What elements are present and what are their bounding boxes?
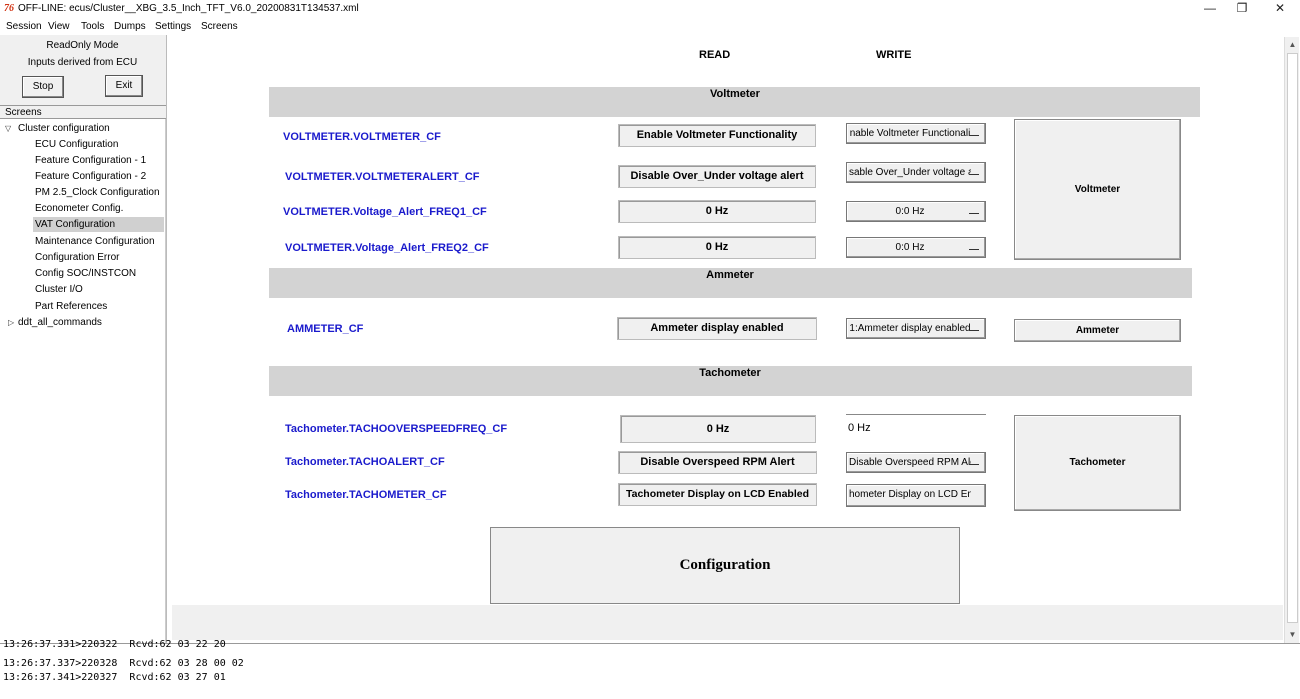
ammeter-section-title: Ammeter [706, 269, 754, 281]
dropdown-arrow-icon [969, 212, 979, 214]
param-voltmeteralert-cf: VOLTMETER.VOLTMETERALERT_CF [285, 171, 480, 183]
param-voltmeter-cf: VOLTMETER.VOLTMETER_CF [283, 131, 441, 143]
write-select-tachoalert-cf[interactable]: Disable Overspeed RPM Aler [846, 452, 986, 473]
write-select-label: 0:0 Hz [895, 206, 925, 217]
menu-session[interactable]: Session [6, 21, 42, 32]
read-voltmeter-cf: Enable Voltmeter Functionality [618, 124, 816, 147]
write-select-voltmeter-cf[interactable]: nable Voltmeter Functionali [846, 123, 986, 144]
tree-item-configuration-error[interactable]: Configuration Error [35, 250, 119, 265]
tree-item-pm25-clock-configuration[interactable]: PM 2.5_Clock Configuration [35, 185, 160, 200]
param-tachooverspeedfreq-cf: Tachometer.TACHOOVERSPEEDFREQ_CF [285, 423, 508, 435]
write-select-voltage-alert-freq1-cf[interactable]: 0:0 Hz [846, 201, 986, 222]
panel-footer [172, 605, 1283, 640]
write-select-label: sable Over_Under voltage al [849, 167, 971, 178]
tree-item-vat-configuration[interactable]: VAT Configuration [33, 217, 164, 232]
voltmeter-section-title: Voltmeter [710, 88, 760, 100]
log-pane: 13:26:37.331>220322 Rcvd:62 03 22 20 13:… [0, 639, 1300, 699]
tachometer-button[interactable]: Tachometer [1014, 415, 1181, 511]
inputs-label: Inputs derived from ECU [27, 57, 138, 68]
read-voltage-alert-freq2-cf: 0 Hz [618, 236, 816, 259]
write-select-label: 1:Ammeter display enabled [849, 323, 971, 334]
dropdown-arrow-icon [969, 329, 979, 331]
menu-view[interactable]: View [48, 21, 70, 32]
sidebar: ReadOnly Mode Inputs derived from ECU St… [0, 35, 167, 643]
param-tachometer-cf: Tachometer.TACHOMETER_CF [285, 489, 447, 501]
tachometer-section-title: Tachometer [699, 367, 761, 379]
read-tachoalert-cf: Disable Overspeed RPM Alert [618, 451, 817, 474]
read-ammeter-cf: Ammeter display enabled [617, 317, 817, 340]
write-select-label: 0:0 Hz [895, 242, 925, 253]
tree-item-cluster-configuration[interactable]: Cluster configuration [18, 121, 110, 136]
menu-bar: Session View Tools Dumps Settings Screen… [0, 19, 1300, 35]
voltmeter-button[interactable]: Voltmeter [1014, 119, 1181, 260]
mode-label: ReadOnly Mode [46, 40, 119, 51]
param-voltage-alert-freq1-cf: VOLTMETER.Voltage_Alert_FREQ1_CF [283, 206, 487, 218]
param-ammeter-cf: AMMETER_CF [287, 323, 364, 335]
menu-settings[interactable]: Settings [155, 21, 191, 32]
dropdown-arrow-icon [969, 173, 979, 175]
scroll-thumb[interactable] [1287, 53, 1298, 623]
tree-item-feature-configuration-2[interactable]: Feature Configuration - 2 [35, 169, 146, 184]
read-tachometer-cf: Tachometer Display on LCD Enabled [618, 483, 817, 506]
tree-item-ddt-all-commands[interactable]: ddt_all_commands [18, 315, 102, 330]
dropdown-arrow-icon [969, 463, 979, 465]
menu-tools[interactable]: Tools [81, 21, 104, 32]
tree-item-config-soc-instcon[interactable]: Config SOC/INSTCON [35, 266, 136, 281]
read-voltage-alert-freq1-cf: 0 Hz [618, 200, 816, 223]
scroll-down-icon[interactable]: ▼ [1285, 627, 1300, 642]
minimize-icon[interactable]: — [1192, 0, 1228, 19]
write-input-tachooverspeedfreq-cf[interactable]: 0 Hz [846, 414, 986, 442]
restore-icon[interactable]: ❐ [1224, 0, 1260, 19]
dropdown-arrow-icon [969, 134, 979, 136]
dropdown-arrow-icon [969, 248, 979, 250]
log-line: 13:26:37.341>220327 Rcvd:62 03 27 01 [3, 672, 226, 683]
scroll-up-icon[interactable]: ▲ [1285, 37, 1300, 52]
log-line: 13:26:37.337>220328 Rcvd:62 03 28 00 02 [3, 658, 244, 669]
menu-dumps[interactable]: Dumps [114, 21, 146, 32]
window-title: OFF-LINE: ecus/Cluster__XBG_3.5_Inch_TFT… [18, 3, 359, 14]
vertical-scrollbar[interactable]: ▲ ▼ [1284, 37, 1299, 643]
tree-item-econometer-config[interactable]: Econometer Config. [35, 201, 123, 216]
stop-button[interactable]: Stop [22, 76, 64, 98]
read-column-header: READ [699, 49, 731, 61]
configuration-button[interactable]: Configuration [490, 527, 960, 604]
tree-item-cluster-io[interactable]: Cluster I/O [35, 282, 83, 297]
screens-header: Screens [0, 105, 166, 119]
close-icon[interactable]: ✕ [1262, 0, 1298, 19]
write-select-ammeter-cf[interactable]: 1:Ammeter display enabled [846, 318, 986, 339]
vat-configuration-panel: READ WRITE Voltmeter VOLTMETER.VOLTMETER… [172, 37, 1283, 605]
chevron-right-icon[interactable]: ▷ [8, 315, 14, 330]
write-column-header: WRITE [876, 49, 912, 61]
ammeter-button[interactable]: Ammeter [1014, 319, 1181, 342]
app-logo-icon: 76 [4, 3, 14, 14]
tree-item-part-references[interactable]: Part References [35, 299, 107, 314]
chevron-down-icon[interactable]: ▽ [5, 121, 11, 136]
tree-item-feature-configuration-1[interactable]: Feature Configuration - 1 [35, 153, 146, 168]
menu-screens[interactable]: Screens [201, 21, 238, 32]
write-select-tachometer-cf[interactable]: hometer Display on LCD Enab [846, 484, 986, 507]
param-tachoalert-cf: Tachometer.TACHOALERT_CF [285, 456, 445, 468]
log-line: 13:26:37.331>220322 Rcvd:62 03 22 20 [3, 639, 226, 650]
write-select-label: nable Voltmeter Functionali [849, 128, 971, 139]
write-select-voltmeteralert-cf[interactable]: sable Over_Under voltage al [846, 162, 986, 183]
exit-button[interactable]: Exit [105, 75, 143, 97]
read-tachooverspeedfreq-cf: 0 Hz [620, 415, 816, 443]
tree-item-maintenance-configuration[interactable]: Maintenance Configuration [35, 234, 155, 249]
param-voltage-alert-freq2-cf: VOLTMETER.Voltage_Alert_FREQ2_CF [285, 242, 489, 254]
tree-item-ecu-configuration[interactable]: ECU Configuration [35, 137, 118, 152]
write-select-voltage-alert-freq2-cf[interactable]: 0:0 Hz [846, 237, 986, 258]
title-bar: 76 OFF-LINE: ecus/Cluster__XBG_3.5_Inch_… [0, 0, 1300, 19]
write-select-label: hometer Display on LCD Enab [849, 489, 971, 500]
write-select-label: Disable Overspeed RPM Aler [849, 457, 971, 468]
screens-tree: ▽ Cluster configuration ECU Configuratio… [0, 119, 166, 643]
read-voltmeteralert-cf: Disable Over_Under voltage alert [618, 165, 816, 188]
